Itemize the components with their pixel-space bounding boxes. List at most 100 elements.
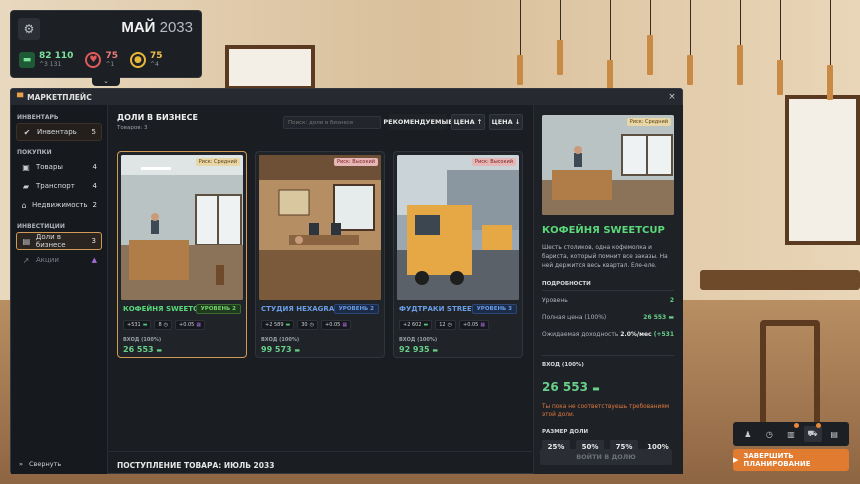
pendant-lamp	[557, 40, 563, 75]
section-purchases: ПОКУПКИ	[17, 149, 52, 156]
level-row: Уровень 2	[542, 297, 674, 304]
marketplace-modal: ▀ МАРКЕТПЛЕЙС × ИНВЕНТАРЬ ✔ Инвентарь 5 …	[10, 88, 683, 474]
lamp-wire	[560, 0, 561, 40]
entry-value-large: 26 553 ▬	[542, 380, 600, 394]
expected-yield-extra: (+531	[653, 331, 674, 338]
card-stats: +2 589 ▬ 30 ◷ +0.05 ▦	[261, 320, 352, 330]
sort-price-asc-button[interactable]: ЦЕНА ↑	[451, 114, 485, 130]
background-window	[785, 95, 860, 245]
cash-icon: ▬	[19, 52, 35, 68]
current-date: МАЙ 2033	[121, 19, 193, 36]
detail-image: Риск: Средний	[542, 115, 674, 215]
mood-stat: ♥ 75 ^1	[85, 51, 118, 69]
sidebar-item-inventory[interactable]: ✔ Инвентарь 5	[16, 123, 102, 141]
pendant-lamp	[827, 65, 833, 100]
sort-recommended-button[interactable]: РЕКОМЕНДУЕМЫЕ	[383, 114, 453, 130]
foodtruck-image: Риск: Высокий	[397, 155, 519, 300]
full-price-row: Полная цена (100%) 26 553 ▬	[542, 314, 674, 321]
sidebar-item-real-estate[interactable]: ⌂ Недвижимость 2	[16, 196, 102, 214]
profile-button[interactable]: ♟	[739, 426, 757, 442]
sidebar-item-business-shares[interactable]: ▤ Доли в бизнесе 3	[16, 232, 102, 250]
entry-label: ВХОД (100%)	[399, 337, 438, 343]
money-delta: ^3 131	[39, 61, 62, 68]
entry-amount: 26 553	[542, 380, 588, 394]
journal-button[interactable]: ▥	[782, 423, 800, 442]
expected-yield-rate: 2.0%/мес	[620, 331, 652, 338]
business-card-streetbites[interactable]: Риск: Высокий ФУДТРАКИ STREETBITES УРОВЕ…	[393, 151, 523, 358]
lock-icon: ▲	[91, 256, 97, 264]
income-chip-value: +531	[127, 322, 141, 328]
mood-delta: ^1	[105, 61, 115, 68]
business-card-hexagram[interactable]: Риск: Высокий СТУДИЯ HEXAGRAM УРОВЕНЬ 2 …	[255, 151, 385, 358]
search-input[interactable]	[283, 116, 381, 129]
gear-icon: ⚙	[23, 22, 35, 36]
collapse-sidebar-button[interactable]: » Свернуть	[19, 460, 61, 468]
collapse-hud-button[interactable]: ⌄	[92, 76, 120, 86]
business-card-sweetcup[interactable]: Риск: Средний КОФЕЙНЯ SWEETCUP УРОВЕНЬ 2…	[117, 151, 247, 358]
lamp-wire	[690, 0, 691, 55]
background-table	[700, 270, 860, 290]
bank-icon: ▦	[196, 322, 202, 328]
clock-icon: ◷	[163, 322, 169, 328]
sidebar-item-label: Транспорт	[36, 182, 75, 190]
cash-icon: ▬	[156, 347, 163, 354]
mood-value: 75	[105, 51, 118, 61]
rate-chip: +0.05 ▦	[321, 320, 352, 330]
sidebar-item-count: 3	[91, 237, 96, 245]
pendant-lamp	[517, 55, 523, 85]
pendant-lamp	[687, 55, 693, 85]
detail-description: Шесть столиков, одна кофемолка и бариста…	[542, 245, 668, 269]
requirements-warning: Ты пока не соответствуешь требованиям эт…	[542, 404, 670, 418]
sidebar-item-transport[interactable]: ▰ Транспорт 4	[16, 177, 102, 195]
collapse-left-icon: »	[19, 460, 23, 468]
sidebar-item-label: Доли в бизнесе	[35, 233, 66, 249]
expected-yield-value: 2.0%/мес (+531	[620, 331, 674, 338]
cash-icon: ▬	[294, 347, 301, 354]
clock-icon: ◷	[447, 322, 452, 328]
cafe-image: Риск: Средний	[121, 155, 243, 300]
sidebar-item-goods[interactable]: ▣ Товары 4	[16, 158, 102, 176]
play-icon: ▶	[733, 456, 739, 464]
marketplace-button[interactable]: ⛟	[803, 423, 822, 442]
cash-icon: ▬	[592, 384, 600, 393]
income-chip: +2 602 ▬	[399, 320, 433, 330]
entry-amount: 26 553	[123, 345, 154, 354]
income-chip-value: +2 589	[265, 322, 284, 328]
sidebar-item-count: 4	[92, 182, 97, 190]
level-badge: УРОВЕНЬ 3	[471, 304, 517, 314]
entry-heading: ВХОД (100%)	[542, 362, 584, 368]
rate-chip: +0.05 ▦	[175, 320, 206, 330]
time-button[interactable]: ◷	[760, 426, 778, 442]
page-title: ДОЛИ В БИЗНЕСЕ	[117, 113, 198, 122]
settings-button[interactable]: ⚙	[18, 18, 40, 40]
pendant-lamp	[607, 60, 613, 90]
enter-share-label: ВОЙТИ В ДОЛЮ	[576, 453, 636, 461]
enter-share-button[interactable]: ВОЙТИ В ДОЛЮ	[540, 449, 672, 465]
time-chip-value: 30	[301, 322, 308, 328]
sidebar-item-label: Недвижимость	[31, 201, 88, 209]
sort-price-desc-button[interactable]: ЦЕНА ↓	[489, 114, 523, 130]
sidebar-item-label: Товары	[36, 163, 63, 171]
energy-delta: ^4	[149, 61, 159, 68]
energy-icon: ●	[129, 52, 146, 68]
divider	[109, 451, 532, 452]
section-inventory: ИНВЕНТАРЬ	[17, 114, 59, 121]
lamp-wire	[610, 0, 611, 60]
bag-icon: ▣	[22, 162, 30, 172]
expected-yield-label: Ожидаемая доходность	[542, 331, 619, 338]
pendant-lamp	[777, 60, 783, 95]
rate-chip-value: +0.05	[463, 322, 479, 328]
entry-value: 92 935 ▬	[399, 345, 438, 354]
house-icon: ⌂	[21, 200, 27, 210]
documents-button[interactable]: ▤	[825, 426, 843, 442]
status-panel: ⚙ МАЙ 2033 ▬ 82 110 ^3 131 ♥ 75 ^1 ● 75 …	[10, 10, 202, 78]
divider	[542, 355, 674, 356]
sidebar-item-stocks[interactable]: ↗ Акции ▲	[16, 251, 102, 269]
cash-icon: ▬	[142, 322, 148, 328]
close-button[interactable]: ×	[666, 91, 678, 103]
collapse-sidebar-label: Свернуть	[28, 460, 62, 468]
bottom-toolbar: ♟ ◷ ▥ ⛟ ▤	[733, 422, 849, 446]
rate-chip: +0.05 ▦	[459, 320, 490, 330]
sidebar-item-label: Акции	[36, 256, 59, 264]
finish-planning-button[interactable]: ▶ ЗАВЕРШИТЬ ПЛАНИРОВАНИЕ	[733, 449, 849, 471]
